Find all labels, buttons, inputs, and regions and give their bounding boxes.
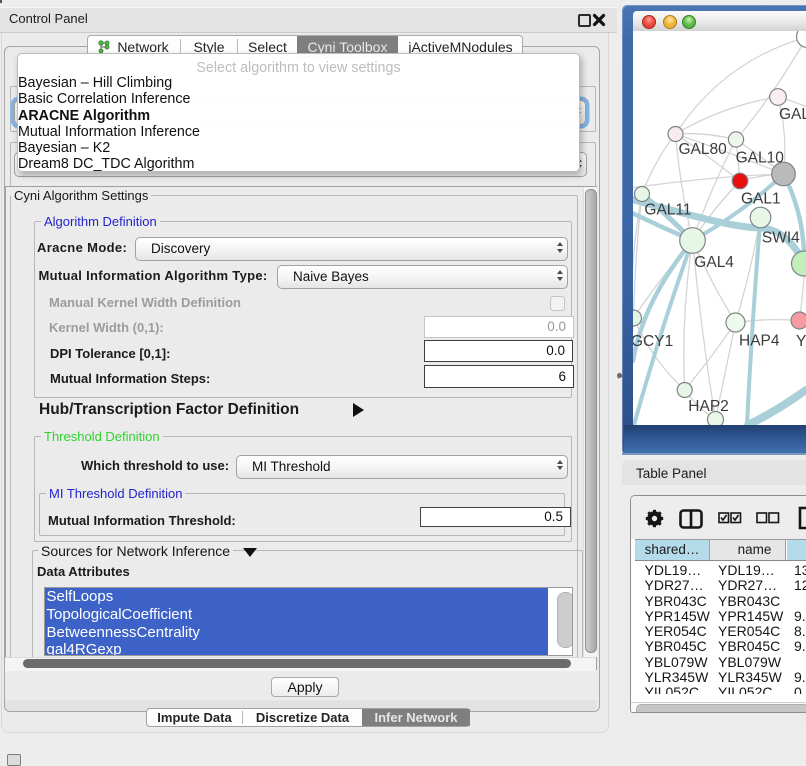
svg-text:GAL1: GAL1 <box>741 191 781 208</box>
svg-text:GAL11: GAL11 <box>644 202 691 219</box>
svg-text:GAL: GAL <box>779 106 806 123</box>
svg-text:SWI4: SWI4 <box>762 230 800 247</box>
svg-text:HAP2: HAP2 <box>688 398 729 415</box>
svg-text:HAP4: HAP4 <box>739 333 780 350</box>
svg-text:GAL4: GAL4 <box>694 254 734 271</box>
svg-text:GCY1: GCY1 <box>633 333 673 350</box>
svg-text:GAL80: GAL80 <box>679 141 728 158</box>
svg-text:Y: Y <box>796 333 806 350</box>
svg-text:GAL10: GAL10 <box>736 150 785 167</box>
